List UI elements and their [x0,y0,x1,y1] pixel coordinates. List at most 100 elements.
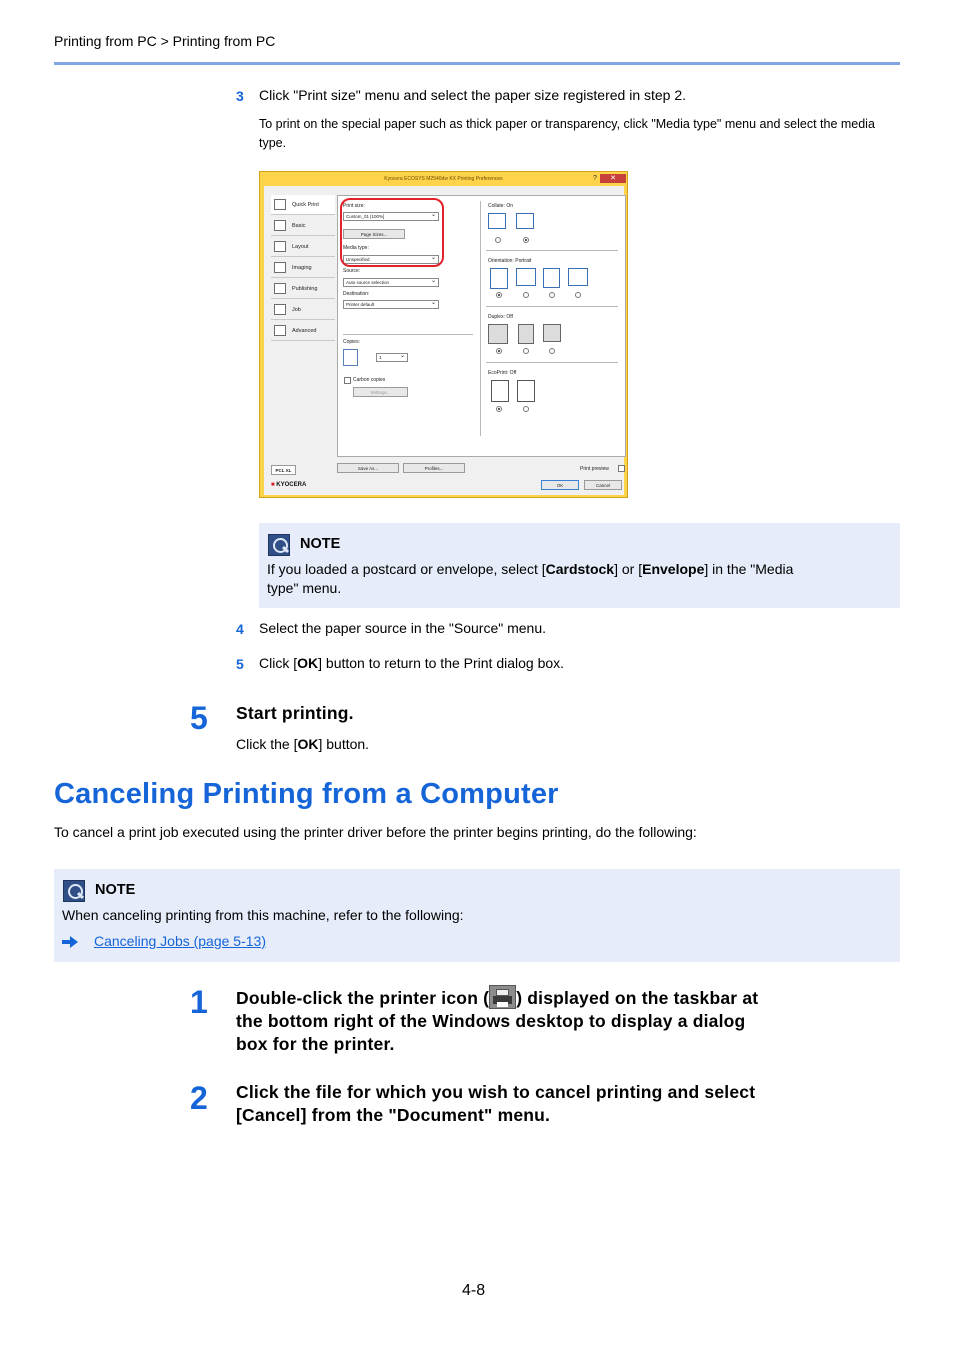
carbon-copies-checkbox[interactable] [344,377,351,384]
copies-stepper[interactable]: 1 [376,352,408,362]
note-icon [63,880,85,902]
note-title: NOTE [95,882,136,898]
step-title: Double-click the printer icon () display… [236,985,896,1056]
note-box: NOTE If you loaded a postcard or envelop… [259,523,900,608]
orientation-label: Orientation: Portrait [488,258,532,264]
quick-print-icon [274,199,286,210]
ecoprint-on-radio[interactable] [523,406,529,412]
collate-on-radio[interactable] [523,237,529,243]
step-title: Click the file for which you wish to can… [236,1082,756,1125]
job-icon [274,304,286,315]
note-box: NOTE When canceling printing from this m… [54,869,900,962]
landscape-icon [516,268,536,286]
step-number: 5 [190,700,208,736]
save-as-button[interactable]: Save As... [337,463,399,473]
help-button[interactable]: ? [590,174,600,183]
tab-basic[interactable]: Basic [271,216,335,236]
profiles-button[interactable]: Profiles... [403,463,465,473]
duplex-short-edge-icon [543,324,561,342]
arrow-right-icon [62,936,78,948]
note-icon [268,534,290,556]
imaging-icon [274,262,286,273]
source-label: Source: [343,268,361,274]
divider [486,362,618,363]
ecoprint-off-radio[interactable] [496,406,502,412]
layout-icon [274,241,286,252]
divider [343,334,473,335]
tab-job[interactable]: Job [271,300,335,320]
quick-print-panel: Print size: Custom_01 [100%] Page Sizes.… [337,195,626,457]
collate-on-icon [516,213,534,229]
source-select[interactable]: Auto source selection [343,277,439,287]
basic-icon [274,220,286,231]
divider [486,306,618,307]
kyocera-mark-icon: ■ [271,482,275,488]
ecoprint-on-icon [517,380,535,402]
landscape-rotated-icon [568,268,588,286]
duplex-label: Duplex: Off [488,314,513,320]
copies-icon [343,349,358,366]
cancel-button[interactable]: Cancel [584,480,622,490]
ecoprint-label: EcoPrint: Off [488,370,517,376]
highlight-ring [340,198,444,267]
advanced-icon [274,325,286,336]
collate-off-radio[interactable] [495,237,501,243]
carbon-copies-label: Carbon copies [353,377,386,383]
note-text: When canceling printing from this machin… [62,907,464,923]
step-title: Start printing. [236,703,354,723]
substep-subtext: To print on the special paper such as th… [259,117,875,150]
substep-number: 4 [236,621,244,637]
duplex-long-edge-icon [518,324,534,344]
tab-quick-print[interactable]: Quick Print [271,195,335,215]
copies-label: Copies: [343,339,360,345]
step-number: 2 [190,1080,208,1116]
destination-select[interactable]: Printer default [343,299,439,309]
substep-number: 3 [236,88,244,104]
kyocera-logo: ■ KYOCERA [271,482,307,488]
tab-imaging[interactable]: Imaging [271,258,335,278]
note-title: NOTE [300,536,341,552]
pcl-badge: PCL XL [271,465,296,475]
header-rule [54,62,900,65]
close-button[interactable]: ✕ [600,174,626,183]
section-intro: To cancel a print job executed using the… [54,824,697,840]
substep-text: Click [OK] button to return to the Print… [259,655,565,671]
note-text: If you loaded a postcard or envelope, se… [267,561,794,596]
dialog-title: Kyocera ECOSYS M2540dw KX Printing Prefe… [384,176,503,182]
collate-off-icon [488,213,506,229]
printer-icon [489,985,517,1009]
canceling-jobs-link[interactable]: Canceling Jobs (page 5-13) [94,933,266,949]
tab-publishing[interactable]: Publishing [271,279,335,299]
page-number: 4-8 [462,1282,486,1299]
step-number: 1 [190,984,208,1020]
step-text: Click the [OK] button. [236,736,370,752]
substep-text: Select the paper source in the "Source" … [259,620,546,636]
portrait-rotated-icon [543,268,560,288]
substep-text: Click "Print size" menu and select the p… [259,87,687,103]
portrait-radio[interactable] [496,292,502,298]
duplex-off-radio[interactable] [496,348,502,354]
print-preview-checkbox[interactable] [618,465,625,472]
destination-label: Destination: [343,291,370,297]
landscape-radio[interactable] [523,292,529,298]
duplex-short-edge-radio[interactable] [549,348,555,354]
duplex-long-edge-radio[interactable] [523,348,529,354]
portrait-rotated-radio[interactable] [549,292,555,298]
tab-advanced[interactable]: Advanced [271,321,335,341]
substep-number: 5 [236,656,244,672]
portrait-icon [490,268,508,289]
breadcrumb: Printing from PC > Printing from PC [54,33,276,49]
collate-label: Collate: On [488,203,514,209]
ecoprint-off-icon [491,380,509,402]
print-preview-label: Print preview [580,466,609,472]
tab-layout[interactable]: Layout [271,237,335,257]
section-title: Canceling Printing from a Computer [54,778,559,810]
printing-preferences-dialog: Kyocera ECOSYS M2540dw KX Printing Prefe… [259,171,628,498]
vertical-divider [480,201,481,436]
publishing-icon [274,283,286,294]
ok-button[interactable]: OK [541,480,579,490]
settings-button[interactable]: Settings... [353,387,408,397]
divider [486,250,618,251]
landscape-rotated-radio[interactable] [575,292,581,298]
duplex-off-icon [488,324,508,344]
